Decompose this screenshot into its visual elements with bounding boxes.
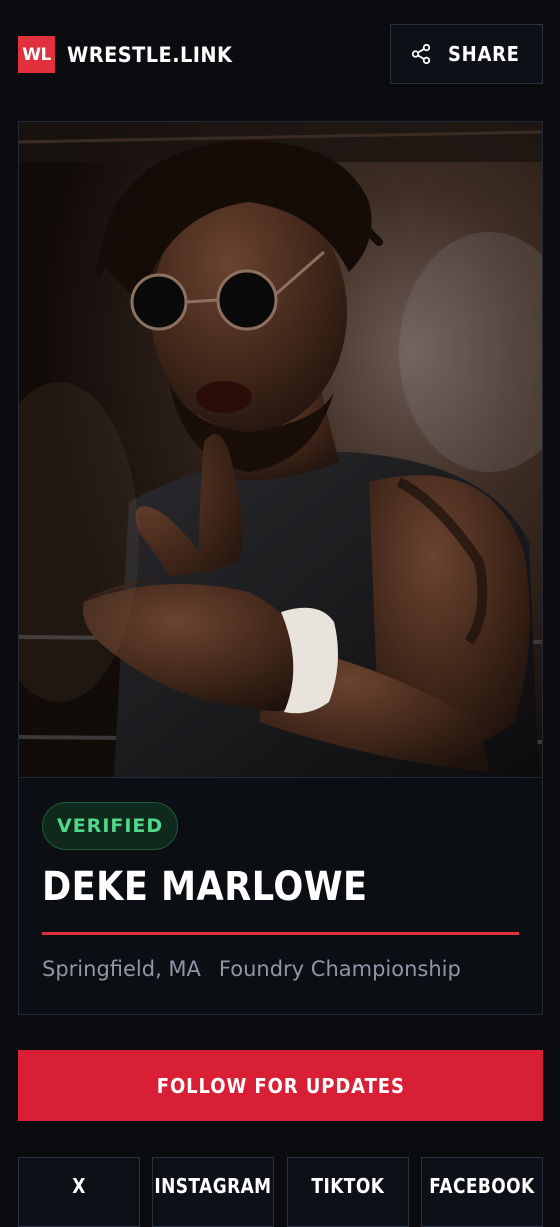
social-link-x[interactable]: X [18, 1157, 140, 1227]
social-link-label: INSTAGRAM [154, 1174, 272, 1198]
wrestler-photo [19, 122, 542, 777]
social-links: X INSTAGRAM TIKTOK FACEBOOK [18, 1157, 543, 1227]
profile-meta: Springfield, MA Foundry Championship [42, 957, 461, 981]
site-header: WL WRESTLE.LINK SHARE [18, 24, 543, 86]
social-link-instagram[interactable]: INSTAGRAM [152, 1157, 275, 1227]
profile-card: VERIFIED DEKE MARLOWE Springfield, MA Fo… [18, 121, 543, 1015]
follow-button[interactable]: FOLLOW FOR UPDATES [18, 1050, 543, 1121]
social-link-facebook[interactable]: FACEBOOK [420, 1157, 543, 1227]
share-button[interactable]: SHARE [390, 24, 543, 84]
social-link-label: X [72, 1174, 86, 1198]
brand-name: WRESTLE.LINK [67, 42, 233, 67]
brand-link[interactable]: WL WRESTLE.LINK [18, 36, 247, 73]
share-label: SHARE [447, 42, 520, 66]
social-link-label: TIKTOK [311, 1174, 385, 1198]
brand-logo: WL [18, 36, 55, 73]
social-link-label: FACEBOOK [429, 1174, 535, 1198]
profile-info: VERIFIED DEKE MARLOWE Springfield, MA Fo… [19, 777, 542, 1014]
wrestler-name: DEKE MARLOWE [42, 864, 368, 910]
share-icon [411, 43, 430, 65]
follow-button-label: FOLLOW FOR UPDATES [156, 1073, 405, 1098]
name-divider [42, 932, 519, 935]
location-text: Springfield, MA [42, 957, 201, 981]
social-link-tiktok[interactable]: TIKTOK [286, 1157, 409, 1227]
promotion-text: Foundry Championship [218, 957, 461, 981]
verified-badge: VERIFIED [42, 802, 179, 850]
